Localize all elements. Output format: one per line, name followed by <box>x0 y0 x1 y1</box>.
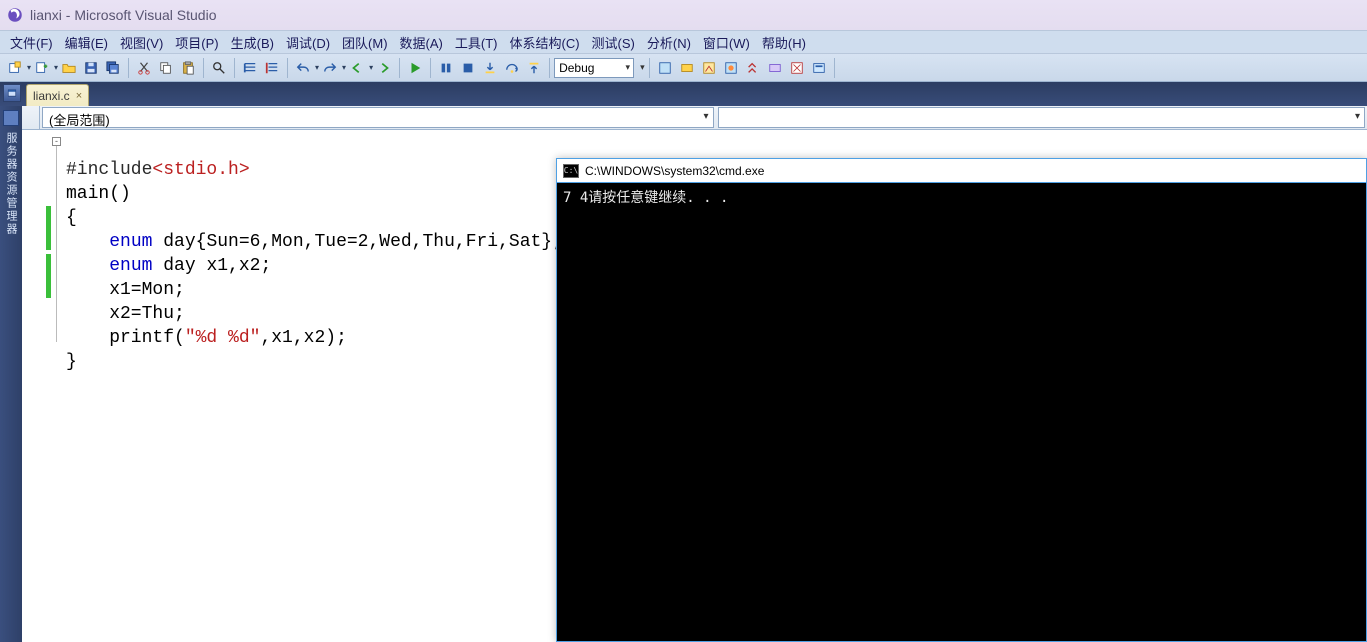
editor-gutter: - <box>22 130 66 642</box>
menu-tools[interactable]: 工具(T) <box>449 31 504 54</box>
tabwell-button[interactable] <box>3 84 21 102</box>
step-over-icon[interactable] <box>502 58 522 78</box>
paste-icon[interactable] <box>178 58 198 78</box>
menu-help[interactable]: 帮助(H) <box>756 31 812 54</box>
cmd-title-bar[interactable]: C:\ C:\WINDOWS\system32\cmd.exe <box>557 159 1366 183</box>
cmd-output: 7 4请按任意键继续. . . <box>557 183 1366 641</box>
scope-bar: (全局范围) <box>22 106 1367 130</box>
title-bar: lianxi - Microsoft Visual Studio <box>0 0 1367 30</box>
tab-close-icon[interactable]: × <box>76 90 82 102</box>
document-tab-row: lianxi.c × <box>0 82 1367 106</box>
menu-file[interactable]: 文件(F) <box>4 31 59 54</box>
cmd-title: C:\WINDOWS\system32\cmd.exe <box>585 164 764 178</box>
ext8-icon[interactable] <box>809 58 829 78</box>
ext2-icon[interactable] <box>677 58 697 78</box>
member-combo[interactable] <box>718 107 1366 128</box>
scope-value: (全局范围) <box>49 113 110 128</box>
ext1-icon[interactable] <box>655 58 675 78</box>
menu-architecture[interactable]: 体系结构(C) <box>503 31 585 54</box>
ext6-icon[interactable] <box>765 58 785 78</box>
start-debug-icon[interactable] <box>405 58 425 78</box>
server-explorer-label: 服务器资源管理器 <box>3 132 19 236</box>
copy-icon[interactable] <box>156 58 176 78</box>
break-all-icon[interactable] <box>436 58 456 78</box>
undo-icon[interactable] <box>293 58 313 78</box>
find-icon[interactable] <box>209 58 229 78</box>
outline-toggle-icon[interactable]: - <box>52 137 61 146</box>
tab-label: lianxi.c <box>33 89 70 103</box>
menu-view[interactable]: 视图(V) <box>114 31 169 54</box>
menu-data[interactable]: 数据(A) <box>394 31 449 54</box>
cut-icon[interactable] <box>134 58 154 78</box>
step-into-icon[interactable] <box>480 58 500 78</box>
menu-analyze[interactable]: 分析(N) <box>641 31 697 54</box>
scope-left-gutter <box>22 106 40 129</box>
nav-back-icon[interactable] <box>347 58 367 78</box>
ext3-icon[interactable] <box>699 58 719 78</box>
config-combo[interactable]: Debug <box>554 58 634 78</box>
save-icon[interactable] <box>81 58 101 78</box>
menu-project[interactable]: 项目(P) <box>169 31 224 54</box>
tab-lianxi[interactable]: lianxi.c × <box>26 84 89 106</box>
outline-line <box>56 146 57 342</box>
menu-build[interactable]: 生成(B) <box>225 31 280 54</box>
uncomment-icon[interactable] <box>262 58 282 78</box>
nav-forward-icon[interactable] <box>374 58 394 78</box>
config-value: Debug <box>559 61 594 75</box>
change-marker <box>46 254 51 298</box>
save-all-icon[interactable] <box>103 58 123 78</box>
menu-team[interactable]: 团队(M) <box>336 31 394 54</box>
vs-logo-icon <box>6 6 24 24</box>
menu-window[interactable]: 窗口(W) <box>697 31 756 54</box>
ext7-icon[interactable] <box>787 58 807 78</box>
menu-bar: 文件(F) 编辑(E) 视图(V) 项目(P) 生成(B) 调试(D) 团队(M… <box>0 30 1367 54</box>
open-file-icon[interactable] <box>59 58 79 78</box>
menu-debug[interactable]: 调试(D) <box>280 31 336 54</box>
step-out-icon[interactable] <box>524 58 544 78</box>
comment-icon[interactable] <box>240 58 260 78</box>
main-toolbar: ▾ ▾ ▾ ▾ ▾ Debug ▾ <box>0 54 1367 82</box>
change-marker <box>46 206 51 250</box>
cmd-icon: C:\ <box>563 164 579 178</box>
redo-icon[interactable] <box>320 58 340 78</box>
ext5-icon[interactable] <box>743 58 763 78</box>
stop-debug-icon[interactable] <box>458 58 478 78</box>
window-title: lianxi - Microsoft Visual Studio <box>30 7 216 23</box>
server-explorer-icon <box>3 110 19 126</box>
ext4-icon[interactable] <box>721 58 741 78</box>
new-project-icon[interactable] <box>5 58 25 78</box>
server-explorer-sidebar[interactable]: 服务器资源管理器 <box>0 106 22 642</box>
menu-test[interactable]: 测试(S) <box>586 31 641 54</box>
code-body: #include<stdio.h> main() { enum day{Sun=… <box>66 134 563 398</box>
add-item-icon[interactable] <box>32 58 52 78</box>
menu-edit[interactable]: 编辑(E) <box>59 31 114 54</box>
cmd-window[interactable]: C:\ C:\WINDOWS\system32\cmd.exe 7 4请按任意键… <box>556 158 1367 642</box>
scope-combo[interactable]: (全局范围) <box>42 107 714 128</box>
